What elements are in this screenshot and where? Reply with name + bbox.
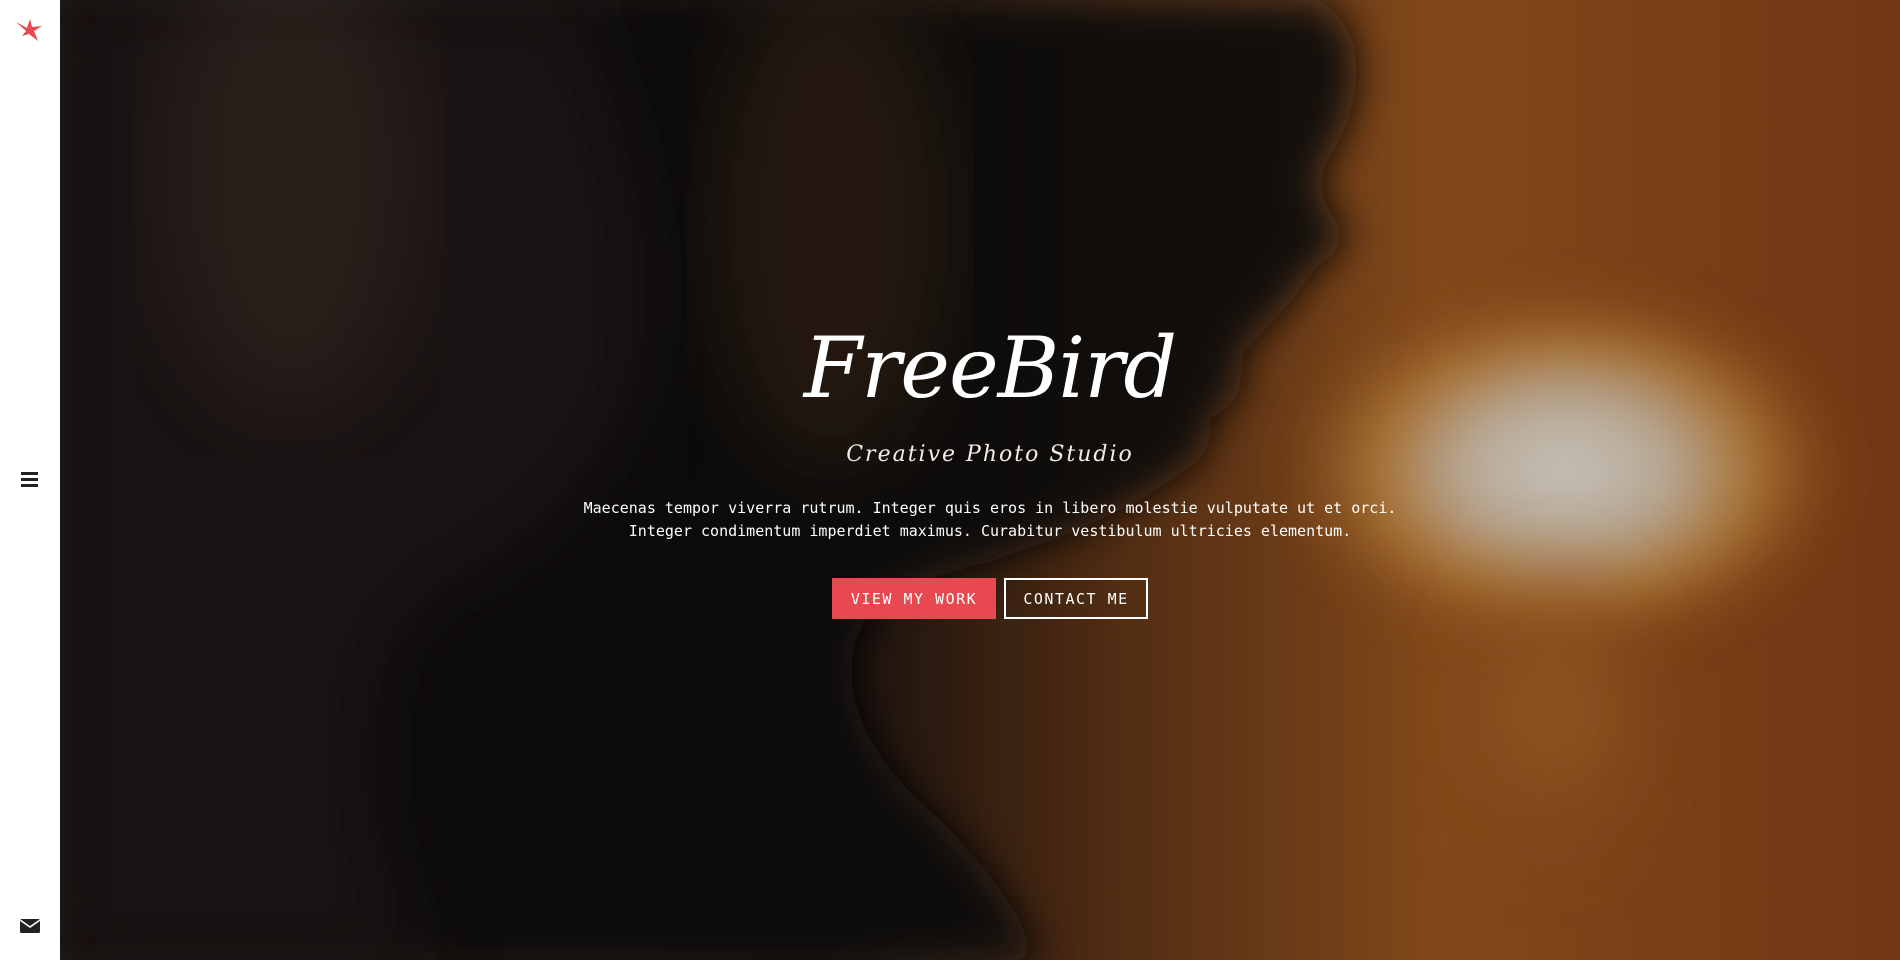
envelope-icon[interactable] (19, 917, 41, 935)
hero-content: FreeBird Creative Photo Studio Maecenas … (60, 0, 1900, 960)
hero-subtitle: Creative Photo Studio (846, 442, 1134, 467)
hero-section: FreeBird Creative Photo Studio Maecenas … (60, 0, 1900, 960)
view-my-work-button[interactable]: VIEW MY WORK (832, 578, 996, 619)
hero-description: Maecenas tempor viverra rutrum. Integer … (540, 497, 1440, 543)
hero-description-line-2: Integer condimentum imperdiet maximus. C… (628, 522, 1352, 540)
contact-me-button[interactable]: CONTACT ME (1004, 578, 1148, 619)
hero-description-line-1: Maecenas tempor viverra rutrum. Integer … (583, 499, 1397, 517)
sidebar (0, 0, 60, 960)
hamburger-menu-icon[interactable] (18, 467, 42, 491)
hero-title: FreeBird (803, 319, 1177, 417)
bird-logo-icon[interactable] (14, 14, 44, 44)
